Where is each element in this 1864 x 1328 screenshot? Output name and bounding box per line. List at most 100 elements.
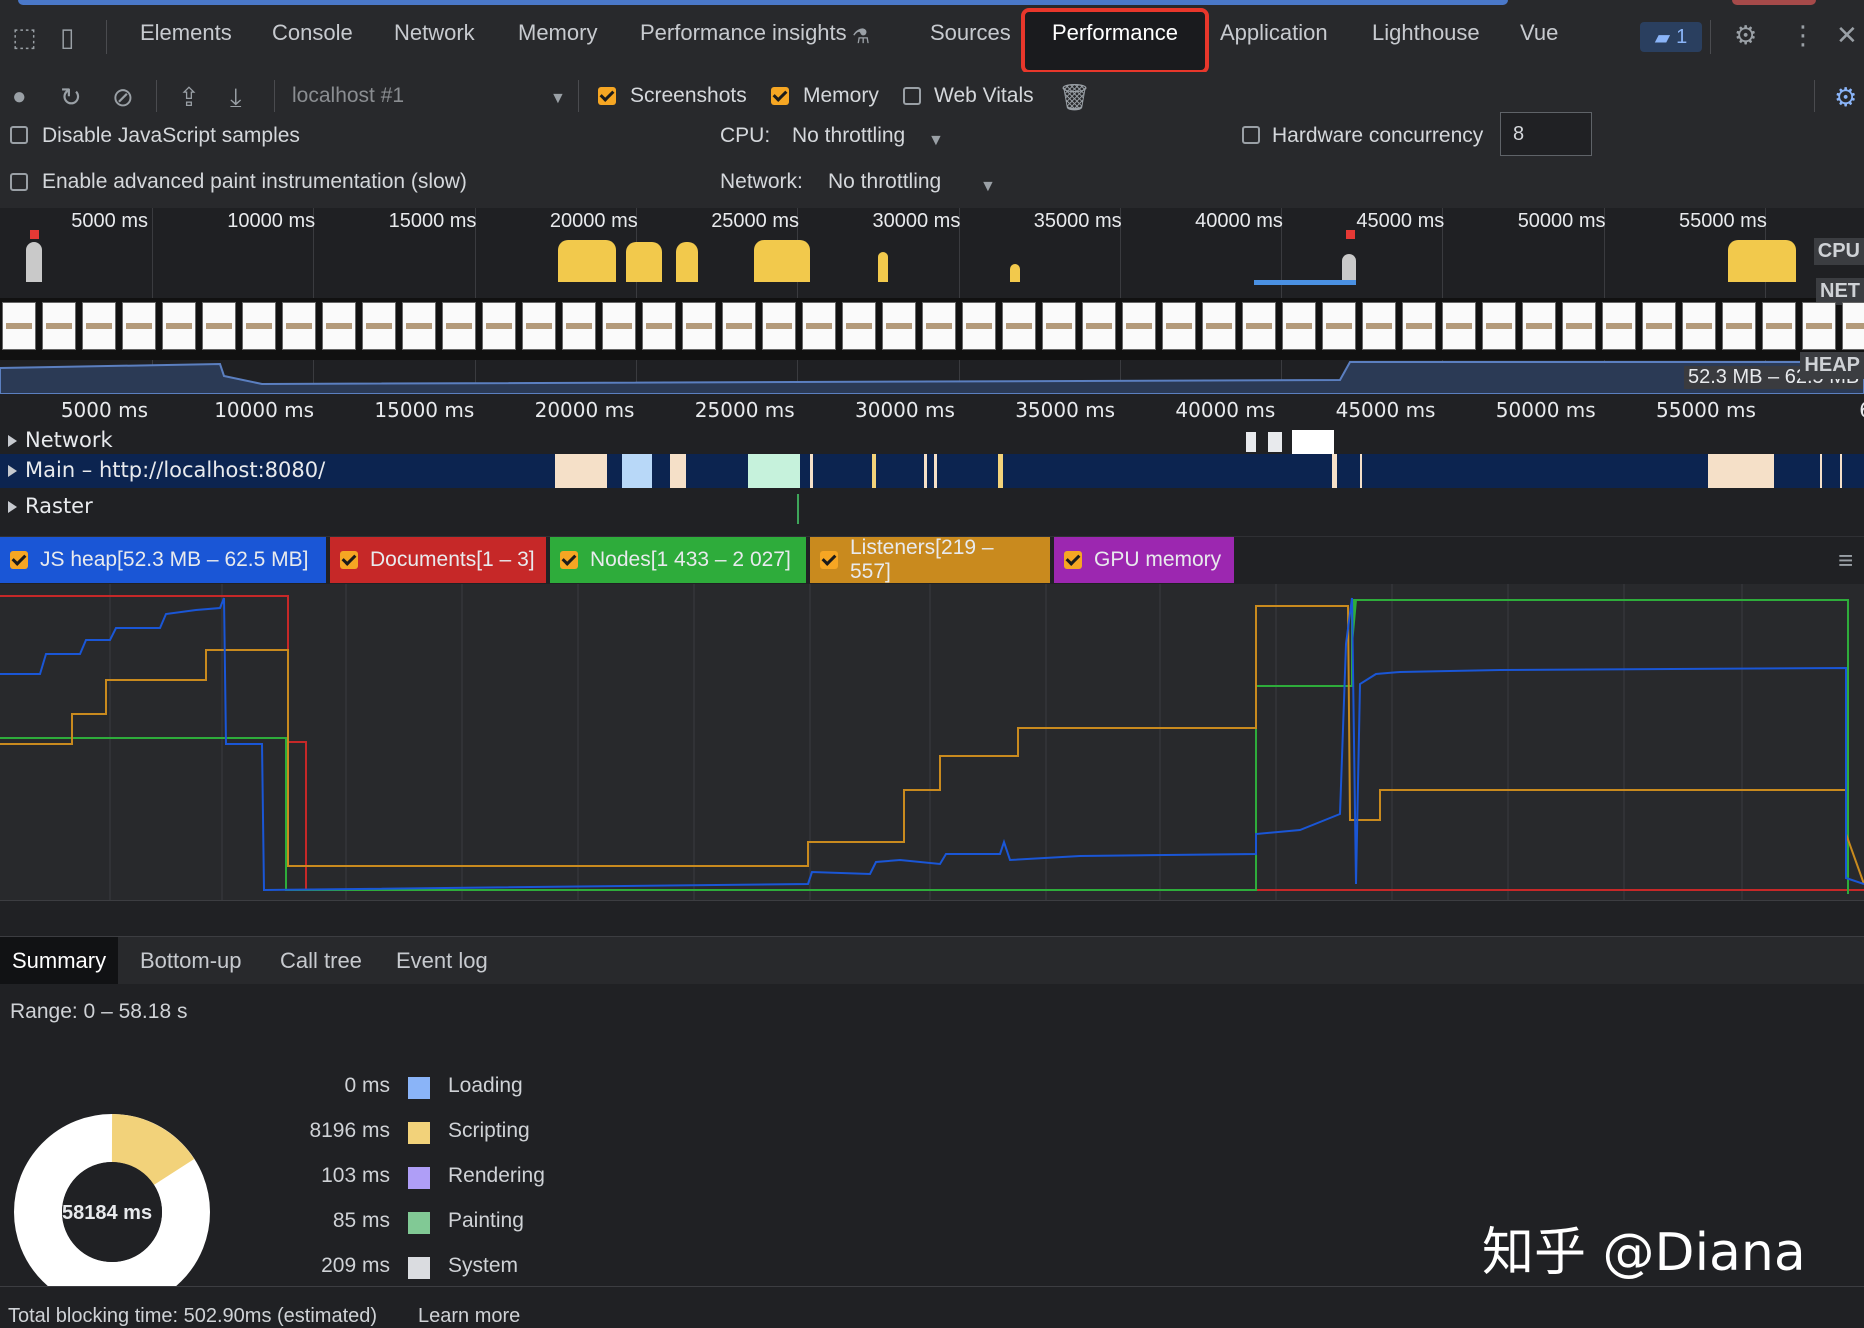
screenshot-thumbnail[interactable] bbox=[2, 302, 36, 350]
tab-elements[interactable]: Elements bbox=[140, 20, 232, 46]
inspect-element-icon[interactable]: ⬚ bbox=[12, 24, 37, 50]
clear-icon[interactable]: ⊘ bbox=[112, 84, 134, 110]
legend-documents[interactable]: Documents[1 – 3] bbox=[330, 537, 546, 583]
tab-sources[interactable]: Sources bbox=[930, 20, 1011, 46]
main-thread-task[interactable] bbox=[555, 454, 607, 488]
screenshot-thumbnail[interactable] bbox=[82, 302, 116, 350]
cpu-throttling-select[interactable]: No throttling bbox=[792, 124, 905, 148]
more-options-icon[interactable]: ⋮ bbox=[1790, 22, 1816, 48]
chevron-down-icon[interactable]: ▼ bbox=[980, 174, 996, 200]
main-thread-task[interactable] bbox=[872, 454, 876, 488]
tab-performance[interactable]: Performance bbox=[1052, 20, 1178, 46]
screenshot-thumbnail[interactable] bbox=[802, 302, 836, 350]
web-vitals-checkbox[interactable] bbox=[903, 87, 921, 105]
main-thread-task[interactable] bbox=[670, 454, 686, 488]
download-icon[interactable]: ⤓ bbox=[230, 84, 242, 110]
reload-record-icon[interactable]: ↻ bbox=[60, 84, 82, 110]
tab-network[interactable]: Network bbox=[394, 20, 475, 46]
screenshot-thumbnail[interactable] bbox=[162, 302, 196, 350]
screenshot-thumbnail[interactable] bbox=[442, 302, 476, 350]
screenshots-checkbox[interactable] bbox=[598, 87, 616, 105]
legend-gpu-memory[interactable]: GPU memory bbox=[1054, 537, 1234, 583]
network-request[interactable] bbox=[1246, 432, 1256, 452]
screenshot-thumbnail[interactable] bbox=[1002, 302, 1036, 350]
main-thread-task[interactable] bbox=[1708, 454, 1774, 488]
screenshot-thumbnail[interactable] bbox=[1642, 302, 1676, 350]
screenshot-thumbnail[interactable] bbox=[1802, 302, 1836, 350]
hardware-concurrency-input[interactable]: 8 bbox=[1500, 112, 1592, 156]
screenshot-thumbnail[interactable] bbox=[1762, 302, 1796, 350]
screenshot-thumbnail[interactable] bbox=[1842, 302, 1864, 350]
tab-lighthouse[interactable]: Lighthouse bbox=[1372, 20, 1480, 46]
main-thread-task[interactable] bbox=[924, 454, 927, 488]
listeners-checkbox[interactable] bbox=[820, 551, 838, 569]
screenshot-thumbnail[interactable] bbox=[522, 302, 556, 350]
screenshot-thumbnail[interactable] bbox=[122, 302, 156, 350]
tab-memory[interactable]: Memory bbox=[518, 20, 597, 46]
screenshot-thumbnail[interactable] bbox=[1562, 302, 1596, 350]
main-thread-task[interactable] bbox=[1840, 454, 1842, 488]
screenshot-thumbnail[interactable] bbox=[362, 302, 396, 350]
screenshot-thumbnail[interactable] bbox=[1602, 302, 1636, 350]
trash-icon[interactable]: 🗑 bbox=[1058, 84, 1091, 110]
tab-call-tree[interactable]: Call tree bbox=[268, 937, 374, 985]
timeline-overview[interactable]: 5000 ms 10000 ms 15000 ms 20000 ms 25000 ms 3… bbox=[0, 208, 1864, 395]
record-icon[interactable]: ● bbox=[12, 84, 27, 110]
js-heap-checkbox[interactable] bbox=[10, 551, 28, 569]
nodes-checkbox[interactable] bbox=[560, 551, 578, 569]
main-thread-task[interactable] bbox=[1332, 454, 1337, 488]
main-thread-task[interactable] bbox=[622, 454, 652, 488]
screenshot-thumbnail[interactable] bbox=[962, 302, 996, 350]
legend-nodes[interactable]: Nodes[1 433 – 2 027] bbox=[550, 537, 806, 583]
legend-listeners[interactable]: Listeners[219 – 557] bbox=[810, 536, 1050, 583]
hardware-concurrency-checkbox[interactable] bbox=[1242, 126, 1260, 144]
upload-icon[interactable]: ⇪ bbox=[178, 84, 200, 110]
screenshot-thumbnail[interactable] bbox=[1282, 302, 1316, 350]
expand-triangle-icon[interactable] bbox=[8, 435, 17, 447]
gpu-memory-checkbox[interactable] bbox=[1064, 551, 1082, 569]
main-thread-task[interactable] bbox=[934, 454, 937, 488]
screenshot-thumbnail[interactable] bbox=[1482, 302, 1516, 350]
screenshot-thumbnail[interactable] bbox=[42, 302, 76, 350]
close-icon[interactable]: ✕ bbox=[1836, 22, 1858, 48]
screenshot-thumbnail[interactable] bbox=[1242, 302, 1276, 350]
main-thread-task[interactable] bbox=[1360, 454, 1362, 488]
screenshot-thumbnail[interactable] bbox=[322, 302, 356, 350]
target-select[interactable]: localhost #1 bbox=[292, 84, 404, 108]
screenshot-thumbnail[interactable] bbox=[722, 302, 756, 350]
expand-triangle-icon[interactable] bbox=[8, 501, 17, 513]
screenshot-thumbnail[interactable] bbox=[1522, 302, 1556, 350]
screenshot-thumbnail[interactable] bbox=[762, 302, 796, 350]
menu-icon[interactable]: ≡ bbox=[1838, 547, 1853, 573]
tab-vue[interactable]: Vue bbox=[1520, 20, 1558, 46]
screenshot-thumbnail[interactable] bbox=[1122, 302, 1156, 350]
expand-triangle-icon[interactable] bbox=[8, 465, 17, 477]
learn-more-link[interactable]: Learn more bbox=[418, 1305, 520, 1328]
raster-track[interactable]: Raster bbox=[0, 488, 1864, 537]
documents-checkbox[interactable] bbox=[340, 551, 358, 569]
gear-icon[interactable]: ⚙ bbox=[1734, 22, 1757, 48]
memory-counters-graph[interactable] bbox=[0, 584, 1864, 901]
main-thread-task[interactable] bbox=[748, 454, 800, 488]
issues-badge[interactable]: ▰ 1 bbox=[1640, 22, 1702, 52]
screenshot-thumbnail[interactable] bbox=[1322, 302, 1356, 350]
tab-event-log[interactable]: Event log bbox=[384, 937, 500, 985]
legend-js-heap[interactable]: JS heap[52.3 MB – 62.5 MB] bbox=[0, 537, 326, 583]
screenshot-thumbnail[interactable] bbox=[1722, 302, 1756, 350]
raster-task[interactable] bbox=[797, 494, 799, 524]
tab-bottom-up[interactable]: Bottom-up bbox=[128, 937, 254, 985]
memory-checkbox[interactable] bbox=[771, 87, 789, 105]
main-thread-track[interactable]: Main – http://localhost:8080/ bbox=[0, 454, 1864, 489]
tab-performance-insights[interactable]: Performance insights bbox=[640, 20, 847, 46]
screenshot-thumbnail[interactable] bbox=[1042, 302, 1076, 350]
main-thread-task[interactable] bbox=[810, 454, 813, 488]
chevron-down-icon[interactable]: ▼ bbox=[928, 128, 944, 154]
screenshot-thumbnail[interactable] bbox=[1202, 302, 1236, 350]
tab-summary[interactable]: Summary bbox=[0, 937, 119, 985]
screenshot-thumbnail[interactable] bbox=[482, 302, 516, 350]
screenshot-thumbnail[interactable] bbox=[1442, 302, 1476, 350]
screenshot-thumbnail[interactable] bbox=[1162, 302, 1196, 350]
network-throttling-select[interactable]: No throttling bbox=[828, 170, 941, 194]
screenshot-thumbnail[interactable] bbox=[842, 302, 876, 350]
chevron-down-icon[interactable]: ▼ bbox=[550, 86, 566, 112]
